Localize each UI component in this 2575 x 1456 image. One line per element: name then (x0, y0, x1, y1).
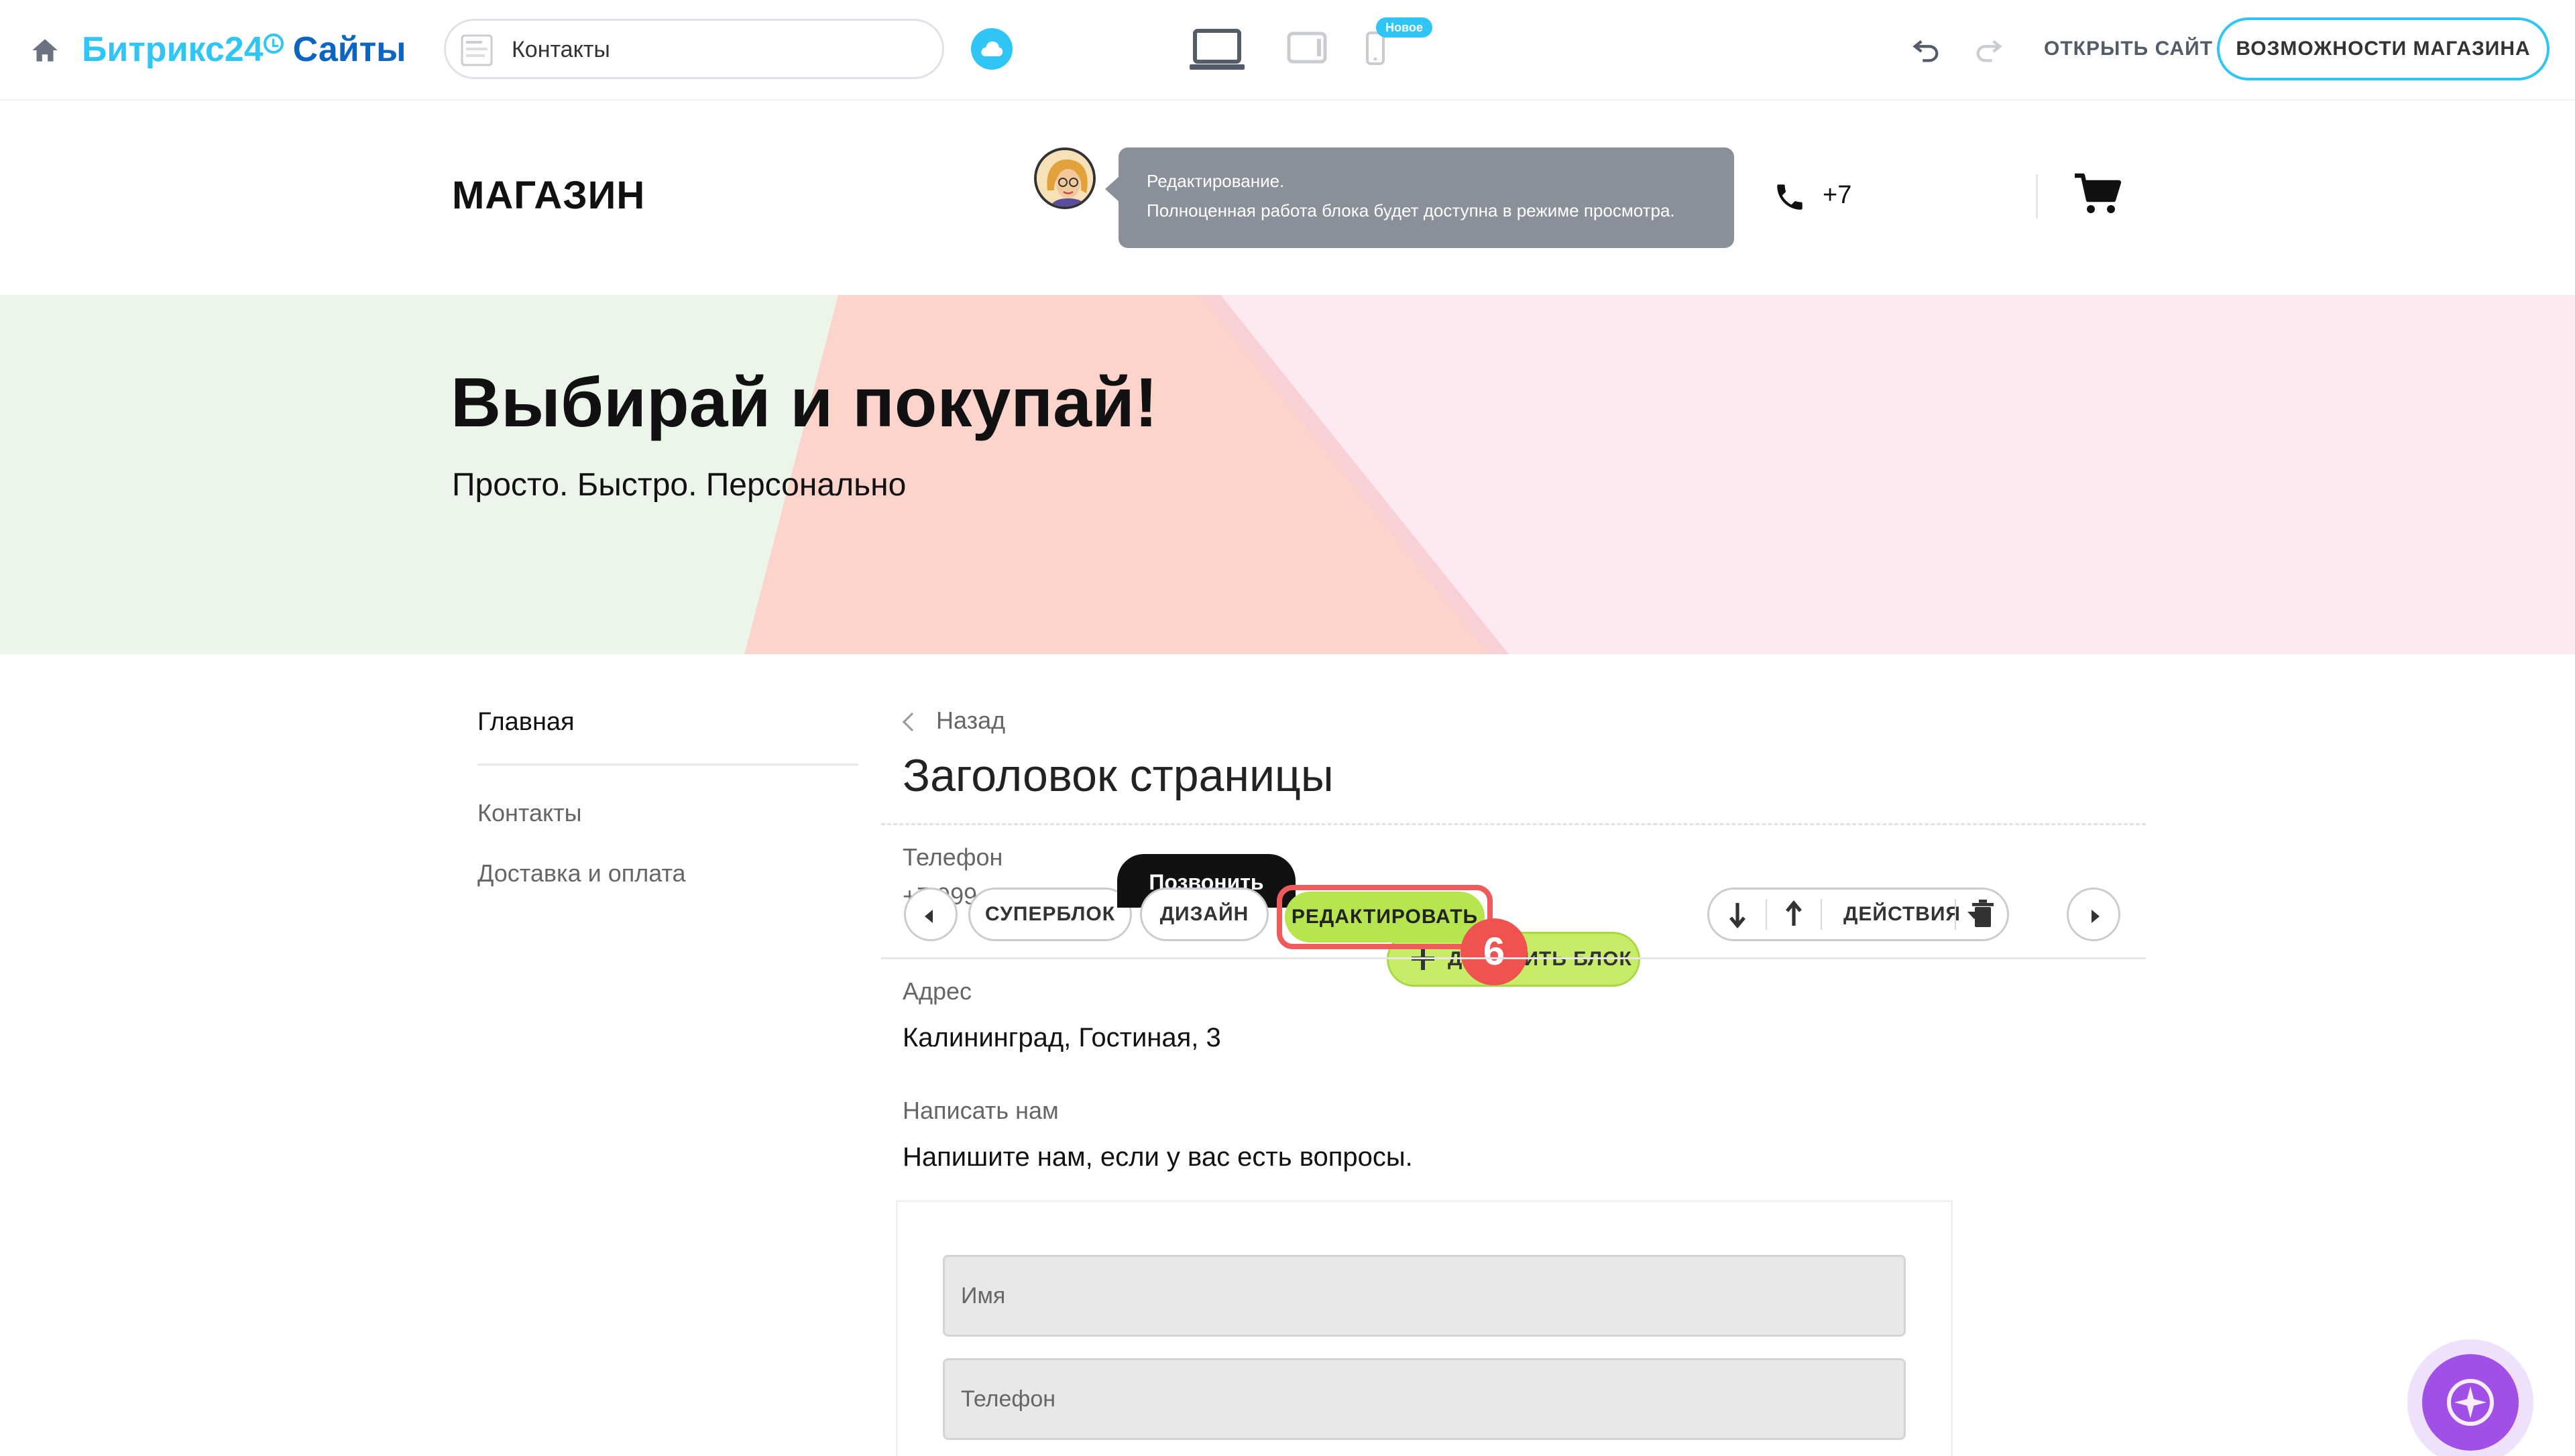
open-site-link[interactable]: ОТКРЫТЬ САЙТ (2044, 38, 2213, 60)
step-number-badge: 6 (1461, 918, 1528, 985)
tooltip-title: Редактирование. (1147, 171, 1285, 191)
toolbar-separator (1821, 899, 1822, 930)
tablet-view-icon[interactable] (1286, 31, 1328, 64)
bitrix24-sites-logo[interactable]: Битрикс24 Сайты (82, 28, 406, 71)
phone-icon (1777, 184, 1802, 210)
address-label: Адрес (903, 977, 972, 1005)
header-phone-number[interactable]: +7 (1823, 181, 1851, 210)
name-field[interactable] (943, 1255, 1906, 1337)
redo-icon[interactable] (1973, 35, 2004, 66)
triangle-left-icon (925, 910, 933, 923)
tooltip-text: Полноценная работа блока будет доступна … (1147, 200, 1675, 221)
shop-name[interactable]: МАГАЗИН (452, 173, 645, 218)
logo-product: Сайты (292, 30, 406, 69)
prev-block-button[interactable] (904, 888, 958, 941)
sidebar-item-contacts[interactable]: Контакты (477, 799, 858, 827)
cloud-icon (981, 41, 1003, 56)
actions-dropdown[interactable]: ДЕЙСТВИЯ (1843, 890, 1981, 939)
write-us-label: Написать нам (903, 1097, 1059, 1124)
avatar-image (1037, 150, 1093, 206)
phone-label: Телефон (903, 843, 1003, 871)
sidebar-item-delivery[interactable]: Доставка и оплата (477, 859, 858, 888)
next-block-button[interactable] (2067, 888, 2120, 941)
phone-field[interactable] (943, 1358, 1906, 1440)
toolbar-separator (1766, 899, 1767, 930)
store-features-button[interactable]: ВОЗМОЖНОСТИ МАГАЗИНА (2217, 17, 2550, 80)
address-value[interactable]: Калининград, Гостиная, 3 (903, 1023, 1221, 1053)
write-us-text[interactable]: Напишите нам, если у вас есть вопросы. (903, 1142, 1413, 1172)
header-divider (2036, 174, 2038, 219)
back-label: Назад (936, 707, 1006, 734)
toolbar-separator (1955, 899, 1956, 930)
cloud-save-button[interactable] (971, 28, 1013, 70)
clock-icon (263, 34, 284, 54)
current-page-label: Контакты (512, 37, 610, 62)
site-header: МАГАЗИН Редактирование. Полноценная рабо… (0, 101, 2575, 295)
assistant-icon (2447, 1379, 2494, 1426)
page-thumbnail-icon (461, 34, 493, 66)
chevron-left-icon (902, 713, 922, 732)
hero-subtitle[interactable]: Просто. Быстро. Персонально (452, 467, 906, 503)
arrow-up-icon[interactable] (1775, 890, 1813, 939)
block-border-top (881, 823, 2146, 825)
trash-icon[interactable] (1964, 890, 2002, 939)
triangle-right-icon (2092, 910, 2100, 923)
editor-topbar: Битрикс24 Сайты Контакты Новое ОТКРЫТЬ С… (0, 0, 2575, 101)
hero-banner: Выбирай и покупай! Просто. Быстро. Персо… (0, 295, 2575, 654)
back-link[interactable]: Назад (902, 707, 1006, 735)
home-icon[interactable] (28, 34, 62, 67)
design-button[interactable]: ДИЗАЙН (1140, 888, 1269, 941)
block-border-bottom (881, 957, 2146, 959)
page-selector[interactable]: Контакты (444, 19, 944, 79)
edit-mode-tooltip: Редактирование. Полноценная работа блока… (1105, 147, 1734, 248)
desktop-view-icon[interactable] (1188, 28, 1246, 72)
hero-title[interactable]: Выбирай и покупай! (451, 363, 1158, 443)
assistant-inner (2422, 1354, 2519, 1451)
edit-button[interactable]: РЕДАКТИРОВАТЬ (1285, 892, 1485, 943)
hero-background (0, 295, 2575, 654)
sidebar-item-home[interactable]: Главная (477, 701, 858, 766)
page-title[interactable]: Заголовок страницы (903, 749, 1334, 802)
actions-label: ДЕЙСТВИЯ (1843, 903, 1961, 925)
assistant-avatar (1034, 147, 1096, 209)
ai-assistant-button[interactable] (2407, 1339, 2533, 1456)
new-badge: Новое (1376, 17, 1432, 38)
block-actions-group: ДЕЙСТВИЯ (1707, 888, 2009, 941)
sidebar-menu: Главная Контакты Доставка и оплата (477, 701, 858, 888)
shopping-cart-icon[interactable] (2073, 172, 2122, 216)
logo-brand: Битрикс24 (82, 30, 264, 69)
undo-icon[interactable] (1911, 35, 1942, 66)
superblock-button[interactable]: СУПЕРБЛОК (968, 888, 1132, 941)
arrow-down-icon[interactable] (1719, 890, 1756, 939)
